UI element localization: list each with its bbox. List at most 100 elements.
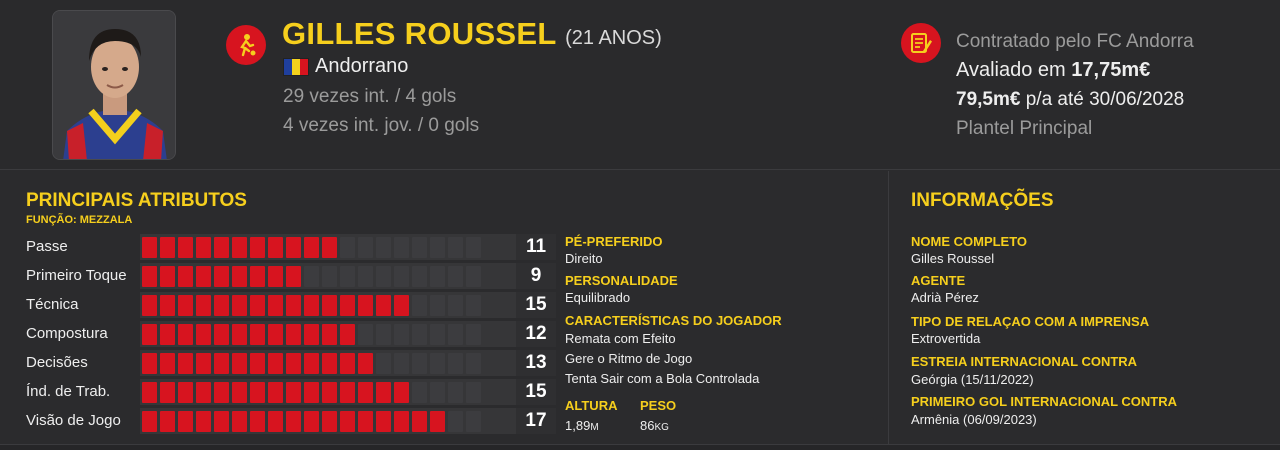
attribute-label: Técnica (26, 296, 79, 313)
squad-status: Plantel Principal (956, 118, 1093, 139)
attribute-bar-segment-empty (466, 323, 481, 345)
wage-suffix: p/a até 30/06/2028 (1020, 89, 1185, 110)
attribute-bar (140, 408, 550, 434)
attribute-bar-segment-empty (340, 265, 355, 287)
attribute-bar-segment-filled (304, 381, 319, 403)
attribute-bar-segment-filled (340, 410, 355, 432)
attribute-bar-segment-filled (304, 323, 319, 345)
contract-document-icon (901, 23, 941, 63)
trait-item: Remata com Efeito (565, 331, 676, 346)
attribute-bar-segment-filled (196, 294, 211, 316)
attribute-bar-segment-empty (466, 294, 481, 316)
attribute-bar-segment-filled (214, 294, 229, 316)
attribute-bar-segment-filled (232, 236, 247, 258)
weight-number: 86 (640, 418, 655, 433)
attribute-bar-segment-empty (466, 236, 481, 258)
nationality: Andorrano (315, 55, 409, 77)
attribute-bar-segment-filled (250, 236, 265, 258)
agent-value[interactable]: Adrià Pérez (911, 290, 979, 305)
weight-value: 86KG (640, 418, 669, 433)
nationality-line[interactable]: Andorrano (283, 55, 408, 78)
attribute-bar-segment-filled (160, 352, 175, 374)
attribute-bar-segment-filled (268, 323, 283, 345)
attribute-bar-segment-empty (358, 236, 373, 258)
attribute-bar (140, 292, 550, 318)
attribute-bar-segment-filled (196, 323, 211, 345)
attribute-label: Visão de Jogo (26, 412, 121, 429)
attribute-value: 15 (516, 379, 556, 405)
attribute-bar-segment-empty (430, 236, 445, 258)
attribute-bar-segment-filled (250, 352, 265, 374)
attribute-bar-segment-filled (376, 294, 391, 316)
attribute-bar-segment-filled (286, 294, 301, 316)
attribute-value: 17 (516, 408, 556, 434)
player-name-line: GILLES ROUSSEL (21 ANOS) (282, 16, 662, 52)
first-goal-value[interactable]: Armênia (06/09/2023) (911, 412, 1037, 427)
player-name: GILLES ROUSSEL (282, 16, 557, 51)
attribute-bar-segment-filled (160, 323, 175, 345)
attribute-bar-segment-filled (286, 381, 301, 403)
attribute-bar-segment-filled (286, 265, 301, 287)
personality-value: Equilibrado (565, 290, 631, 305)
attribute-bar-segment-filled (178, 236, 193, 258)
attribute-bar-segment-filled (142, 236, 157, 258)
attribute-row[interactable]: Visão de Jogo 17 (26, 408, 556, 434)
attribute-bar (140, 379, 550, 405)
attribute-bar-segment-filled (286, 410, 301, 432)
wage-amount: 79,5m€ (956, 89, 1021, 110)
attribute-bar-segment-filled (142, 410, 157, 432)
player-photo (52, 10, 176, 160)
attribute-bar-segment-empty (394, 265, 409, 287)
attribute-bar-segment-empty (466, 381, 481, 403)
attribute-bar (140, 350, 550, 376)
attribute-bar-segment-filled (268, 236, 283, 258)
attribute-bar-segment-filled (322, 352, 337, 374)
attribute-row[interactable]: Compostura 12 (26, 321, 556, 347)
attribute-bar-segment-filled (322, 410, 337, 432)
attribute-bar-segment-filled (358, 410, 373, 432)
attribute-bar-segment-empty (376, 265, 391, 287)
attribute-bar-segment-filled (214, 265, 229, 287)
role-caption: FUNÇÃO: MEZZALA (26, 214, 133, 226)
attribute-bar-segment-filled (430, 410, 445, 432)
attribute-bar-segment-filled (160, 294, 175, 316)
trait-item: Tenta Sair com a Bola Controlada (565, 371, 760, 386)
player-wage: 79,5m€ p/a até 30/06/2028 (956, 89, 1184, 111)
attribute-bar-segment-empty (430, 294, 445, 316)
attribute-row[interactable]: Técnica 15 (26, 292, 556, 318)
attribute-bar-segment-filled (286, 352, 301, 374)
attribute-row[interactable]: Decisões 13 (26, 350, 556, 376)
contract-club[interactable]: Contratado pelo FC Andorra (956, 31, 1194, 53)
attribute-bar-segment-filled (160, 236, 175, 258)
andorra-flag-icon (283, 57, 309, 76)
attribute-bar-segment-filled (358, 294, 373, 316)
attribute-bar-segment-filled (286, 323, 301, 345)
attribute-bar-segment-filled (322, 294, 337, 316)
attribute-bar-segment-filled (358, 381, 373, 403)
attribute-bar-segment-filled (268, 410, 283, 432)
attribute-bar-segment-filled (322, 236, 337, 258)
player-header: GILLES ROUSSEL (21 ANOS) Andorrano 29 ve… (0, 0, 1280, 170)
attribute-bar-segment-empty (394, 352, 409, 374)
attribute-row[interactable]: Passe 11 (26, 234, 556, 260)
attribute-row[interactable]: Índ. de Trab. 15 (26, 379, 556, 405)
youth-caps: 4 vezes int. jov. / 0 gols (283, 115, 480, 136)
attribute-bar-segment-empty (322, 265, 337, 287)
attribute-row[interactable]: Primeiro Toque 9 (26, 263, 556, 289)
full-name-title: NOME COMPLETO (911, 234, 1028, 249)
attribute-bar-segment-filled (196, 352, 211, 374)
attribute-bar-segment-filled (250, 381, 265, 403)
attribute-bar-segment-filled (268, 265, 283, 287)
value-amount: 17,75m€ (1071, 59, 1151, 81)
attribute-bar-segment-filled (214, 352, 229, 374)
player-value: Avaliado em 17,75m€ (956, 59, 1150, 82)
attributes-title: PRINCIPAIS ATRIBUTOS (26, 190, 247, 211)
attribute-bar-segment-filled (304, 410, 319, 432)
foot-title: PÉ-PREFERIDO (565, 234, 663, 249)
attribute-label: Índ. de Trab. (26, 383, 111, 400)
debut-value[interactable]: Geórgia (15/11/2022) (911, 372, 1034, 387)
attribute-bar-segment-empty (430, 265, 445, 287)
attribute-bar-segment-filled (412, 410, 427, 432)
info-title: INFORMAÇÕES (911, 190, 1054, 211)
attribute-bar-segment-filled (250, 294, 265, 316)
